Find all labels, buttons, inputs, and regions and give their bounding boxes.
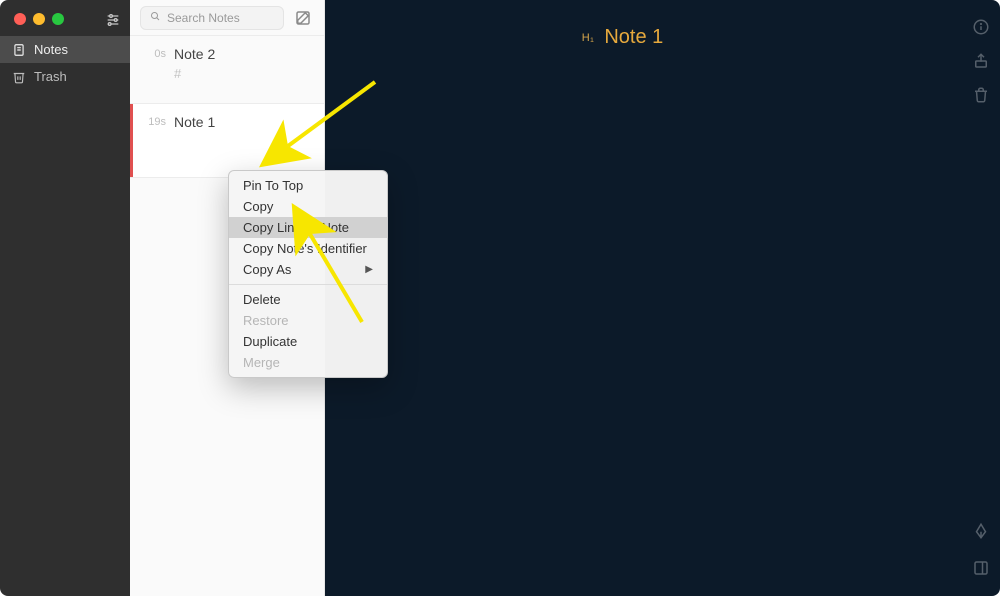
panel-icon[interactable] — [972, 559, 990, 582]
note-list-item[interactable]: 19s Note 1 — [130, 104, 324, 178]
context-menu-item-pin[interactable]: Pin To Top — [229, 175, 387, 196]
editor-note-title[interactable]: Note 1 — [604, 26, 663, 49]
pen-icon[interactable] — [972, 522, 990, 545]
editor-bottom-toolbar — [972, 522, 990, 582]
h1-badge: H₁ — [582, 32, 595, 44]
zoom-window-button[interactable] — [52, 13, 64, 25]
minimize-window-button[interactable] — [33, 13, 45, 25]
note-icon — [12, 43, 26, 57]
search-input[interactable]: Search Notes — [140, 6, 284, 30]
submenu-arrow-icon: ▶ — [365, 264, 373, 275]
context-menu-item-restore: Restore — [229, 310, 387, 331]
note-title: Note 1 — [174, 114, 310, 130]
context-menu-item-merge: Merge — [229, 352, 387, 373]
editor-right-toolbar — [972, 18, 990, 104]
note-time: 19s — [144, 114, 174, 163]
close-window-button[interactable] — [14, 13, 26, 25]
sidebar-item-label: Trash — [34, 69, 67, 84]
app-window: Notes Trash Search Notes 0s Note 2 — [0, 0, 1000, 596]
context-menu-item-delete[interactable]: Delete — [229, 289, 387, 310]
context-menu-separator — [229, 284, 387, 285]
search-placeholder: Search Notes — [167, 11, 240, 25]
context-menu-item-duplicate[interactable]: Duplicate — [229, 331, 387, 352]
context-menu-item-copy-identifier[interactable]: Copy Note's Identifier — [229, 238, 387, 259]
trash-icon[interactable] — [972, 86, 990, 104]
note-snippet: # — [174, 66, 310, 81]
info-icon[interactable] — [972, 18, 990, 36]
trash-icon — [12, 70, 26, 84]
settings-sliders-icon[interactable] — [105, 12, 121, 33]
context-menu-item-copy-link[interactable]: Copy Link To Note — [229, 217, 387, 238]
editor-pane[interactable]: H₁ Note 1 — [325, 0, 1000, 596]
sidebar: Notes Trash — [0, 0, 130, 596]
context-menu: Pin To Top Copy Copy Link To Note Copy N… — [228, 170, 388, 378]
context-menu-item-copy-as[interactable]: Copy As▶ — [229, 259, 387, 280]
search-icon — [149, 10, 161, 25]
window-controls — [14, 13, 64, 25]
note-time: 0s — [144, 46, 174, 89]
sidebar-item-label: Notes — [34, 42, 68, 57]
note-heading-row: H₁ Note 1 — [285, 0, 960, 49]
context-menu-item-copy[interactable]: Copy — [229, 196, 387, 217]
sidebar-item-trash[interactable]: Trash — [0, 63, 130, 90]
sidebar-item-notes[interactable]: Notes — [0, 36, 130, 63]
share-icon[interactable] — [972, 52, 990, 70]
